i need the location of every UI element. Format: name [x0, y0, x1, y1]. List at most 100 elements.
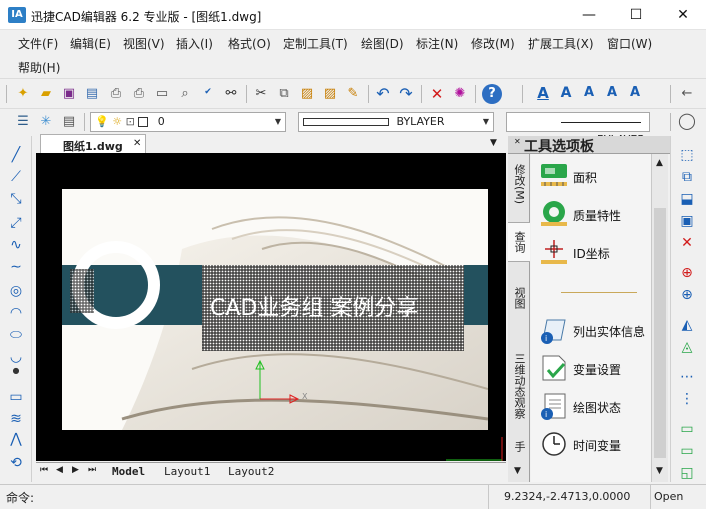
arc-icon[interactable]: ◠ [6, 304, 26, 322]
palette-item-status[interactable]: i 绘图状态 [537, 390, 651, 422]
menu-insert[interactable]: 插入(I) [176, 35, 213, 52]
prev-layout-icon[interactable]: ◀ [56, 465, 63, 475]
erase-select-icon[interactable]: ⬚ [677, 146, 697, 164]
tab-layout2[interactable]: Layout2 [228, 465, 274, 478]
redo-icon[interactable]: ↷ [397, 85, 415, 103]
palette-close-icon[interactable]: ✕ [514, 137, 521, 146]
spline-icon[interactable]: ∿ [6, 236, 26, 254]
scale-icon[interactable]: ◭ [677, 316, 697, 334]
menu-custom-tools[interactable]: 定制工具(T) [283, 35, 348, 52]
stretch-icon[interactable]: ◬ [677, 338, 697, 356]
rotate-icon[interactable]: ⟲ [6, 454, 26, 472]
layer-state-icon[interactable]: ✳ [37, 113, 55, 131]
offset-icon[interactable]: ▣ [677, 212, 697, 230]
palette-tab-3dorbit[interactable]: 三维动态观察 [508, 342, 530, 430]
paste-special-icon[interactable]: ▨ [321, 85, 339, 103]
delete-icon[interactable]: ✕ [428, 85, 446, 103]
polyline-icon[interactable]: ⤡ [6, 190, 26, 208]
hatch-icon[interactable]: ≋ [6, 410, 26, 428]
close-button[interactable]: ✕ [660, 0, 706, 30]
tool-palette-scrollbar[interactable]: ▲ ▼ [651, 154, 668, 482]
tab-list-dropdown-icon[interactable]: ▼ [490, 138, 497, 148]
text-style-icon[interactable]: A [534, 84, 552, 102]
circle-icon[interactable]: ◎ [6, 282, 26, 300]
menu-window[interactable]: 窗口(W) [607, 35, 652, 52]
menu-draw[interactable]: 绘图(D) [361, 35, 404, 52]
command-input[interactable] [40, 487, 480, 505]
extend-icon[interactable]: ⋮ [677, 390, 697, 408]
preview-icon[interactable]: ▭ [153, 85, 171, 103]
menu-modify[interactable]: 修改(M) [471, 35, 515, 52]
tool-palette-header[interactable]: ✕ 工具选项板 [508, 136, 670, 155]
open-status-button[interactable]: Open [654, 490, 683, 503]
palette-tab-modify[interactable]: 修改(M) [508, 158, 530, 210]
last-layout-icon[interactable]: ⏭ [88, 465, 96, 475]
freehand-icon[interactable]: ∼ [6, 258, 26, 276]
maximize-button[interactable]: ☐ [613, 0, 659, 30]
lineweight-select[interactable]: BYLAYER [506, 112, 650, 146]
palette-tab-inquiry[interactable]: 查询 [508, 222, 530, 262]
menu-extension-tools[interactable]: 扩展工具(X) [528, 35, 594, 52]
match-properties-icon[interactable]: ✎ [344, 85, 362, 103]
move-icon[interactable]: ⊕ [677, 264, 697, 282]
save-all-icon[interactable]: ▤ [83, 85, 101, 103]
text-edit-icon[interactable]: A [580, 84, 598, 102]
join-icon[interactable]: ▭ [677, 442, 697, 460]
palette-item-list[interactable]: i 列出实体信息 [537, 314, 651, 346]
tab-layout1[interactable]: Layout1 [164, 465, 210, 478]
rotate-object-icon[interactable]: ⊕ [677, 286, 697, 304]
scroll-thumb[interactable] [654, 208, 666, 458]
palette-item-mass-properties[interactable]: 质量特性 [537, 198, 651, 230]
copy-objects-icon[interactable]: ⧉ [677, 168, 697, 186]
text-find-icon[interactable]: A [603, 84, 621, 102]
palette-tab-view[interactable]: 视图 [508, 278, 530, 318]
print-icon[interactable]: ⎙ [107, 85, 125, 103]
polygon-icon[interactable]: ⤢ [6, 214, 26, 232]
menu-file[interactable]: 文件(F) [18, 35, 58, 52]
trim-icon[interactable]: ⋯ [677, 368, 697, 386]
circle-tool-icon[interactable]: ◯ [678, 112, 696, 130]
arrow-left-icon[interactable]: ← [678, 85, 696, 103]
palette-item-area[interactable]: 面积 [537, 160, 651, 192]
scroll-up-icon[interactable]: ▲ [656, 158, 663, 168]
palette-tab-hand[interactable]: 手 [508, 436, 530, 456]
region-icon[interactable]: ⋀ [6, 430, 26, 448]
copy-icon[interactable]: ⧉ [275, 85, 293, 103]
single-line-text-icon[interactable]: A [557, 84, 575, 102]
cut-icon[interactable]: ✂ [252, 85, 270, 103]
layer-previous-icon[interactable]: ▤ [60, 113, 78, 131]
mirror-icon[interactable]: ⬓ [677, 190, 697, 208]
tab-model[interactable]: Model [112, 465, 145, 478]
menu-dimension[interactable]: 标注(N) [416, 35, 458, 52]
plot-icon[interactable]: ⎙ [130, 85, 148, 103]
find-icon[interactable]: ⌕ [176, 85, 194, 103]
menu-format[interactable]: 格式(O) [228, 35, 271, 52]
document-tab[interactable]: 图纸1.dwg ✕ [40, 134, 146, 154]
menu-view[interactable]: 视图(V) [123, 35, 165, 52]
menu-edit[interactable]: 编辑(E) [70, 35, 111, 52]
purge-icon[interactable]: ✺ [451, 85, 469, 103]
chamfer-icon[interactable]: ◱ [677, 464, 697, 482]
paste-icon[interactable]: ▨ [298, 85, 316, 103]
ellipse-icon[interactable]: ⬭ [6, 326, 26, 344]
minimize-button[interactable]: — [566, 0, 612, 30]
binoculars-icon[interactable]: ⚯ [222, 85, 240, 103]
palette-item-setvar[interactable]: 变量设置 [537, 352, 651, 384]
text-scale-icon[interactable]: A [626, 84, 644, 102]
save-icon[interactable]: ▣ [60, 85, 78, 103]
break-icon[interactable]: ▭ [677, 420, 697, 438]
help-icon[interactable]: ? [482, 84, 502, 104]
spell-check-icon[interactable]: ✔ [199, 83, 217, 101]
first-layout-icon[interactable]: ⏮ [40, 465, 48, 475]
palette-tabs-scroll-icon[interactable]: ▼ [514, 466, 521, 476]
xline-icon[interactable]: ⟋ [6, 168, 26, 186]
palette-item-time[interactable]: 时间变量 [537, 428, 651, 460]
point-icon[interactable]: ● [6, 362, 26, 380]
open-icon[interactable]: ▰ [37, 85, 55, 103]
tab-close-icon[interactable]: ✕ [133, 138, 141, 149]
erase-icon[interactable]: ✕ [677, 234, 697, 252]
scroll-down-icon[interactable]: ▼ [656, 466, 663, 476]
rectangle-icon[interactable]: ▭ [6, 388, 26, 406]
linetype-select[interactable]: BYLAYER ▼ [298, 112, 494, 132]
layer-select[interactable]: 💡 ☼ ⊡ 0 ▼ [90, 112, 286, 132]
